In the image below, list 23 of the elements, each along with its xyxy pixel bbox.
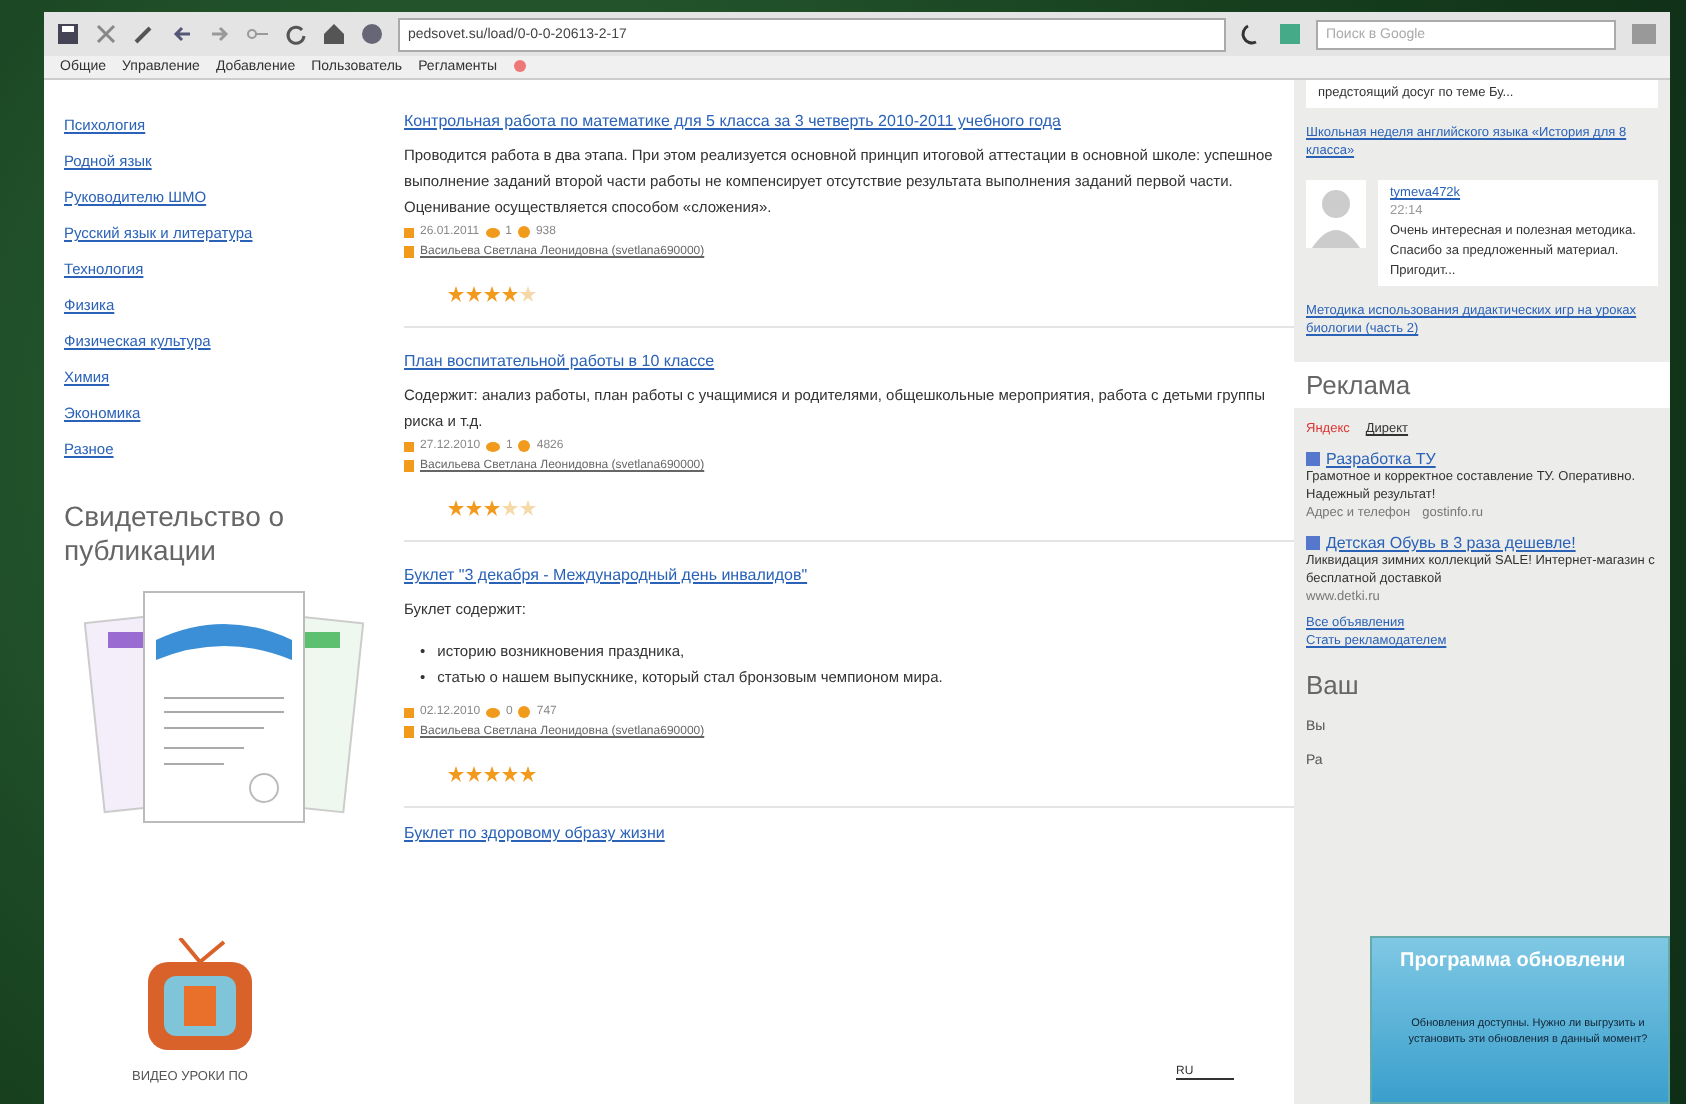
rating-stars[interactable] xyxy=(448,766,536,782)
section-title: Свидетельство о публикации xyxy=(64,500,287,568)
close-icon[interactable] xyxy=(94,22,118,46)
reload-icon[interactable] xyxy=(284,22,308,46)
rating-stars[interactable] xyxy=(448,500,536,516)
ad-title-link[interactable]: Разработка ТУ xyxy=(1326,450,1436,468)
avatar-placeholder xyxy=(1306,180,1366,248)
rating-stars[interactable] xyxy=(448,286,536,302)
ad-icon xyxy=(1306,536,1320,550)
back-icon[interactable] xyxy=(170,22,194,46)
notification-title: Программа обновлени xyxy=(1398,948,1628,972)
pen-icon[interactable] xyxy=(132,22,156,46)
home-icon[interactable] xyxy=(322,22,346,46)
article-title-link[interactable]: План воспитательной работы в 10 классе xyxy=(404,352,1294,370)
section-title: Реклама xyxy=(1294,362,1670,408)
forward-icon[interactable] xyxy=(208,22,232,46)
article-title-link[interactable]: Буклет по здоровому образу жизни xyxy=(404,824,1294,842)
save-icon[interactable] xyxy=(56,22,80,46)
ad-title-link[interactable]: Детская Обувь в 3 раза дешевле! xyxy=(1326,534,1576,552)
ad-icon xyxy=(1306,452,1320,466)
article-title-link[interactable]: Контрольная работа по математике для 5 класса за 3 четверть 2010-2011 учебного года xyxy=(404,112,1294,130)
article-title-link[interactable]: Буклет "3 декабря - Международный день инвалидов" xyxy=(404,566,1294,584)
section-title: Ваш xyxy=(1306,670,1361,700)
